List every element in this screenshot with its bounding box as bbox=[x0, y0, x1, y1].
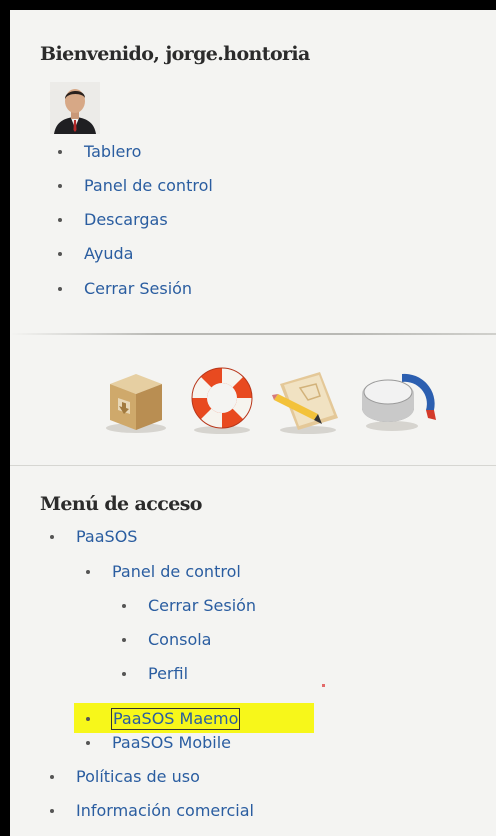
avatar bbox=[50, 82, 100, 134]
tree-link[interactable]: PaaSOS bbox=[76, 526, 137, 548]
gauge-knob-icon[interactable] bbox=[352, 360, 436, 440]
download-box-icon[interactable] bbox=[96, 360, 180, 440]
welcome-heading: Bienvenido, jorge.hontoria bbox=[40, 43, 310, 65]
bullet-icon bbox=[58, 287, 62, 291]
bullet-icon bbox=[58, 184, 62, 188]
bullet-icon bbox=[86, 570, 90, 574]
bullet-icon bbox=[122, 672, 126, 676]
lifebuoy-icon[interactable] bbox=[180, 360, 264, 440]
tree-link[interactable]: Cerrar Sesión bbox=[148, 595, 256, 617]
tree-link[interactable]: Perfil bbox=[148, 663, 188, 685]
bullet-icon bbox=[122, 604, 126, 608]
bullet-icon bbox=[50, 535, 54, 539]
bullet-icon bbox=[122, 638, 126, 642]
tree-link[interactable]: Información comercial bbox=[76, 800, 254, 822]
menu-link[interactable]: Panel de control bbox=[84, 175, 213, 197]
tree-link[interactable]: PaaSOS Maemo bbox=[110, 708, 241, 730]
stray-dot bbox=[322, 684, 325, 687]
menu-link[interactable]: Descargas bbox=[84, 209, 168, 231]
quick-icons-bar bbox=[10, 360, 496, 450]
menu-link[interactable]: Cerrar Sesión bbox=[84, 278, 192, 300]
notepad-pencil-icon[interactable] bbox=[264, 360, 348, 440]
tree-link[interactable]: Consola bbox=[148, 629, 211, 651]
tree-link[interactable]: Panel de control bbox=[112, 561, 241, 583]
sidebar-panel: Bienvenido, jorge.hontoria Tablero Panel… bbox=[10, 10, 496, 836]
bullet-icon bbox=[50, 775, 54, 779]
divider bbox=[10, 333, 496, 335]
tree-link[interactable]: Políticas de uso bbox=[76, 766, 200, 788]
bullet-icon bbox=[86, 717, 90, 721]
bullet-icon bbox=[86, 741, 90, 745]
menu-link[interactable]: Tablero bbox=[84, 141, 141, 163]
access-menu-heading: Menú de acceso bbox=[40, 493, 202, 515]
bullet-icon bbox=[58, 252, 62, 256]
bullet-icon bbox=[50, 809, 54, 813]
bullet-icon bbox=[58, 150, 62, 154]
divider bbox=[10, 465, 496, 466]
bullet-icon bbox=[58, 218, 62, 222]
tree-link[interactable]: PaaSOS Mobile bbox=[112, 732, 231, 754]
menu-link[interactable]: Ayuda bbox=[84, 243, 133, 265]
